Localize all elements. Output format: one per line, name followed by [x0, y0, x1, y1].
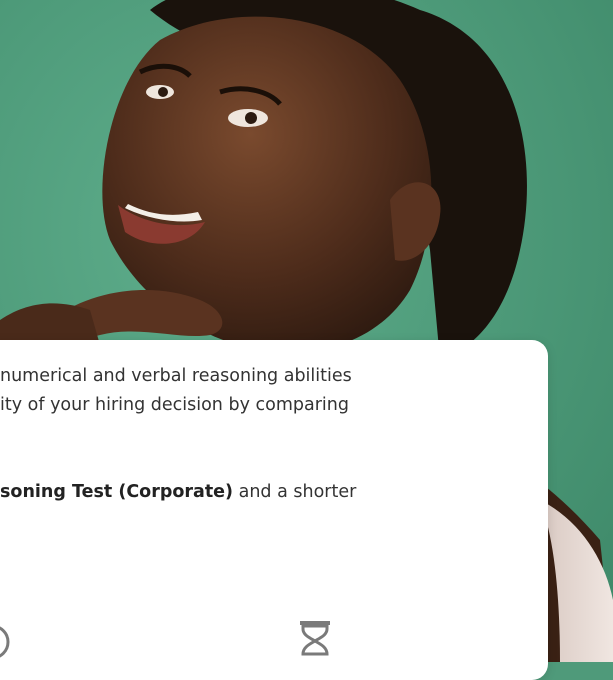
card-line-2: ity of your hiring decision by comparing — [0, 395, 349, 415]
card-paragraph-2: soning Test (Corporate) and a shorter — [0, 478, 520, 507]
info-card: numerical and verbal reasoning abilities… — [0, 340, 548, 680]
card-line-1: numerical and verbal reasoning abilities — [0, 366, 352, 386]
card-paragraph-1: numerical and verbal reasoning abilities… — [0, 362, 520, 420]
circle-icon — [0, 626, 10, 658]
test-name-bold: soning Test (Corporate) — [0, 482, 234, 502]
hourglass-icon — [300, 621, 330, 656]
card-line-3-rest: and a shorter — [233, 482, 357, 502]
